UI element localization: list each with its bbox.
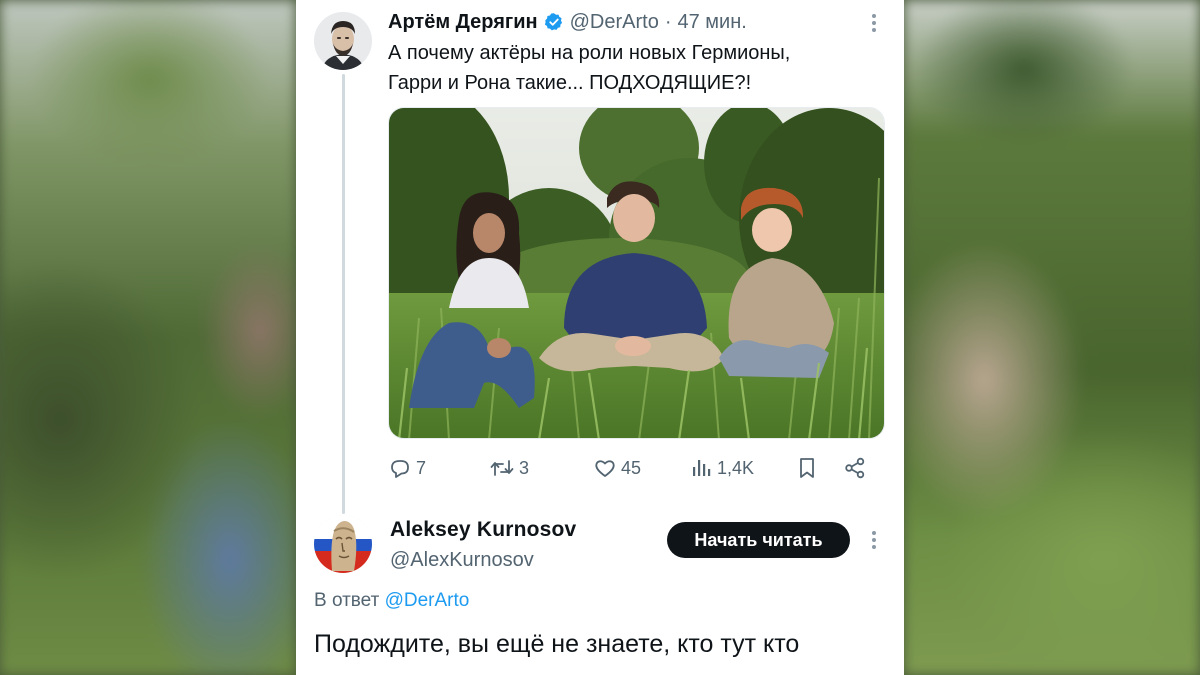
- views-count: 1,4K: [717, 457, 755, 478]
- replying-to-prefix: В ответ: [314, 590, 380, 611]
- reply-header: Aleksey Kurnosov @AlexKurnosov: [390, 515, 576, 575]
- reply-count: 7: [416, 457, 427, 478]
- like-button[interactable]: 45: [593, 452, 641, 484]
- author-name[interactable]: Артём Дерягин: [388, 11, 538, 34]
- retweet-button[interactable]: 3: [489, 452, 529, 484]
- share-button[interactable]: [843, 452, 867, 484]
- reply-more-options-icon[interactable]: [864, 528, 884, 552]
- tweet-action-bar: 7 3 45 1,4K: [388, 452, 888, 484]
- tweet-header: Артём Дерягин @DerArto · 47 мин.: [388, 8, 747, 36]
- reply-button[interactable]: 7: [388, 452, 426, 484]
- tweet-text-line: Гарри и Рона такие... ПОДХОДЯЩИЕ?!: [388, 72, 752, 94]
- more-options-icon[interactable]: [864, 11, 884, 35]
- reply-author-avatar[interactable]: [314, 515, 372, 573]
- tweet-text-line: А почему актёры на роли новых Гермионы,: [388, 42, 791, 64]
- reply-author-name[interactable]: Aleksey Kurnosov: [390, 515, 576, 545]
- bookmark-icon: [796, 456, 818, 480]
- header-separator: ·: [664, 10, 672, 33]
- blurred-background-right: [904, 0, 1200, 675]
- bookmark-button[interactable]: [796, 452, 818, 484]
- retweet-count: 3: [519, 457, 530, 478]
- author-avatar[interactable]: [314, 12, 372, 70]
- share-icon: [843, 456, 867, 480]
- tweet-panel: Артём Дерягин @DerArto · 47 мин. А почем…: [296, 0, 904, 675]
- tweet-timestamp[interactable]: 47 мин.: [678, 11, 747, 34]
- reply-author-handle[interactable]: @AlexKurnosov: [390, 545, 576, 575]
- thread-connector-line: [342, 74, 345, 514]
- views-icon: [691, 456, 713, 480]
- tweet-text: А почему актёры на роли новых Гермионы, …: [388, 38, 888, 98]
- retweet-icon: [489, 456, 515, 480]
- reply-icon: [388, 456, 412, 480]
- like-icon: [593, 456, 617, 480]
- verified-badge-icon: [544, 12, 564, 32]
- author-handle[interactable]: @DerArto: [570, 11, 659, 34]
- reply-text: Подождите, вы ещё не знаете, кто тут кто: [314, 630, 800, 658]
- replying-to-line: В ответ @DerArto: [314, 590, 469, 612]
- follow-button[interactable]: Начать читать: [667, 522, 850, 558]
- replying-to-handle-link[interactable]: @DerArto: [385, 590, 470, 611]
- blurred-background-left: [0, 0, 296, 675]
- like-count: 45: [621, 457, 642, 478]
- views-button[interactable]: 1,4K: [691, 452, 754, 484]
- tweet-photo[interactable]: [388, 107, 885, 439]
